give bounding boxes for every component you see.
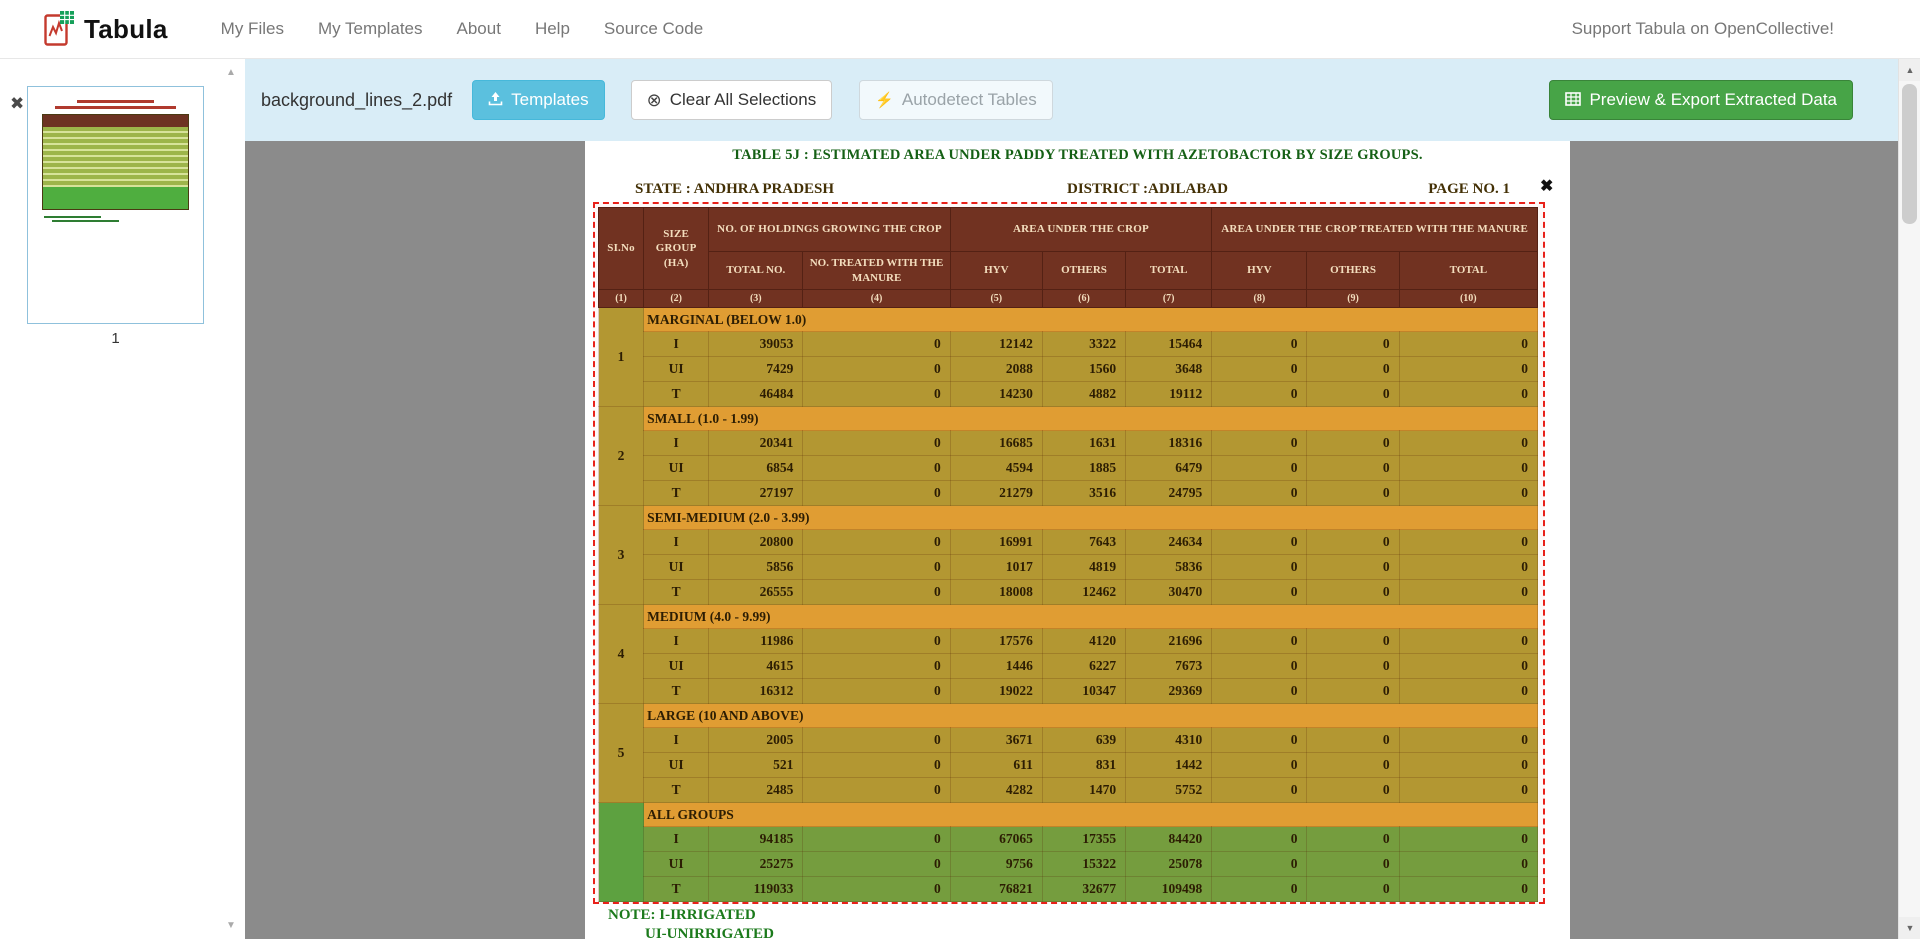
sidebar-scroll-down-icon[interactable]: ▼ [226,920,236,931]
filename-label: background_lines_2.pdf [261,90,452,111]
state-label: STATE : ANDHRA PRADESH [635,181,834,198]
brand-wrap: Tabula [44,11,168,47]
sidebar-scroll-up-icon[interactable]: ▲ [226,67,236,78]
page-no-label: PAGE NO. 1 [1428,181,1510,198]
clear-button-label: Clear All Selections [670,89,816,112]
navbar-menu: My FilesMy TemplatesAboutHelpSource Code [204,19,720,39]
nav-item-about[interactable]: About [440,19,518,39]
toolbar: background_lines_2.pdf Templates ⊗ Clear… [245,59,1898,141]
pdf-meta-line: STATE : ANDHRA PRADESH DISTRICT :ADILABA… [585,181,1570,201]
table-grid-icon [1565,92,1581,109]
sidebar: ✖ 1 ▲ ▼ [0,59,245,939]
district-label: DISTRICT :ADILABAD [1067,181,1228,198]
scroll-down-button[interactable]: ▼ [1899,917,1920,939]
document-area: TABLE 5J : ESTIMATED AREA UNDER PADDY TR… [245,141,1898,939]
autodetect-tables-button[interactable]: ⚡ Autodetect Tables [859,80,1053,121]
scroll-up-button[interactable]: ▲ [1899,59,1920,81]
scroll-thumb[interactable] [1902,84,1917,224]
pdf-page[interactable]: TABLE 5J : ESTIMATED AREA UNDER PADDY TR… [585,141,1570,939]
app-frame: ✖ 1 ▲ ▼ background_lines_2.pdf [0,59,1920,939]
note-line-1: NOTE: I-IRRIGATED [608,907,756,924]
preview-export-button[interactable]: Preview & Export Extracted Data [1549,80,1853,121]
autodetect-button-label: Autodetect Tables [902,89,1037,112]
nav-item-my-templates[interactable]: My Templates [301,19,440,39]
nav-item-source-code[interactable]: Source Code [587,19,720,39]
clear-all-selections-button[interactable]: ⊗ Clear All Selections [631,80,833,121]
selection-overlay[interactable] [593,202,1545,904]
tabula-logo-icon [44,11,74,47]
selection-close-button[interactable]: ✖ [1540,179,1553,195]
support-link[interactable]: Support Tabula on OpenCollective! [1572,19,1834,39]
templates-button-label: Templates [511,89,588,112]
thumbnail-image [32,91,199,319]
clear-circle-x-icon: ⊗ [647,91,662,109]
export-button-label: Preview & Export Extracted Data [1589,89,1837,112]
brand-title: Tabula [84,14,168,45]
main-panel: background_lines_2.pdf Templates ⊗ Clear… [245,59,1898,939]
templates-button[interactable]: Templates [472,80,604,121]
lightning-icon: ⚡ [875,93,894,108]
window-scrollbar[interactable]: ▲ ▼ [1898,59,1920,939]
remove-file-button[interactable]: ✖ [10,95,24,112]
nav-item-help[interactable]: Help [518,19,587,39]
note-line-2: UI-UNIRRIGATED [645,926,774,939]
page-number-label: 1 [27,330,204,347]
nav-item-my-files[interactable]: My Files [204,19,301,39]
templates-icon [488,91,503,109]
page-thumbnail[interactable] [27,86,204,324]
navbar: Tabula My FilesMy TemplatesAboutHelpSour… [0,0,1920,59]
pdf-table-title: TABLE 5J : ESTIMATED AREA UNDER PADDY TR… [585,147,1570,164]
